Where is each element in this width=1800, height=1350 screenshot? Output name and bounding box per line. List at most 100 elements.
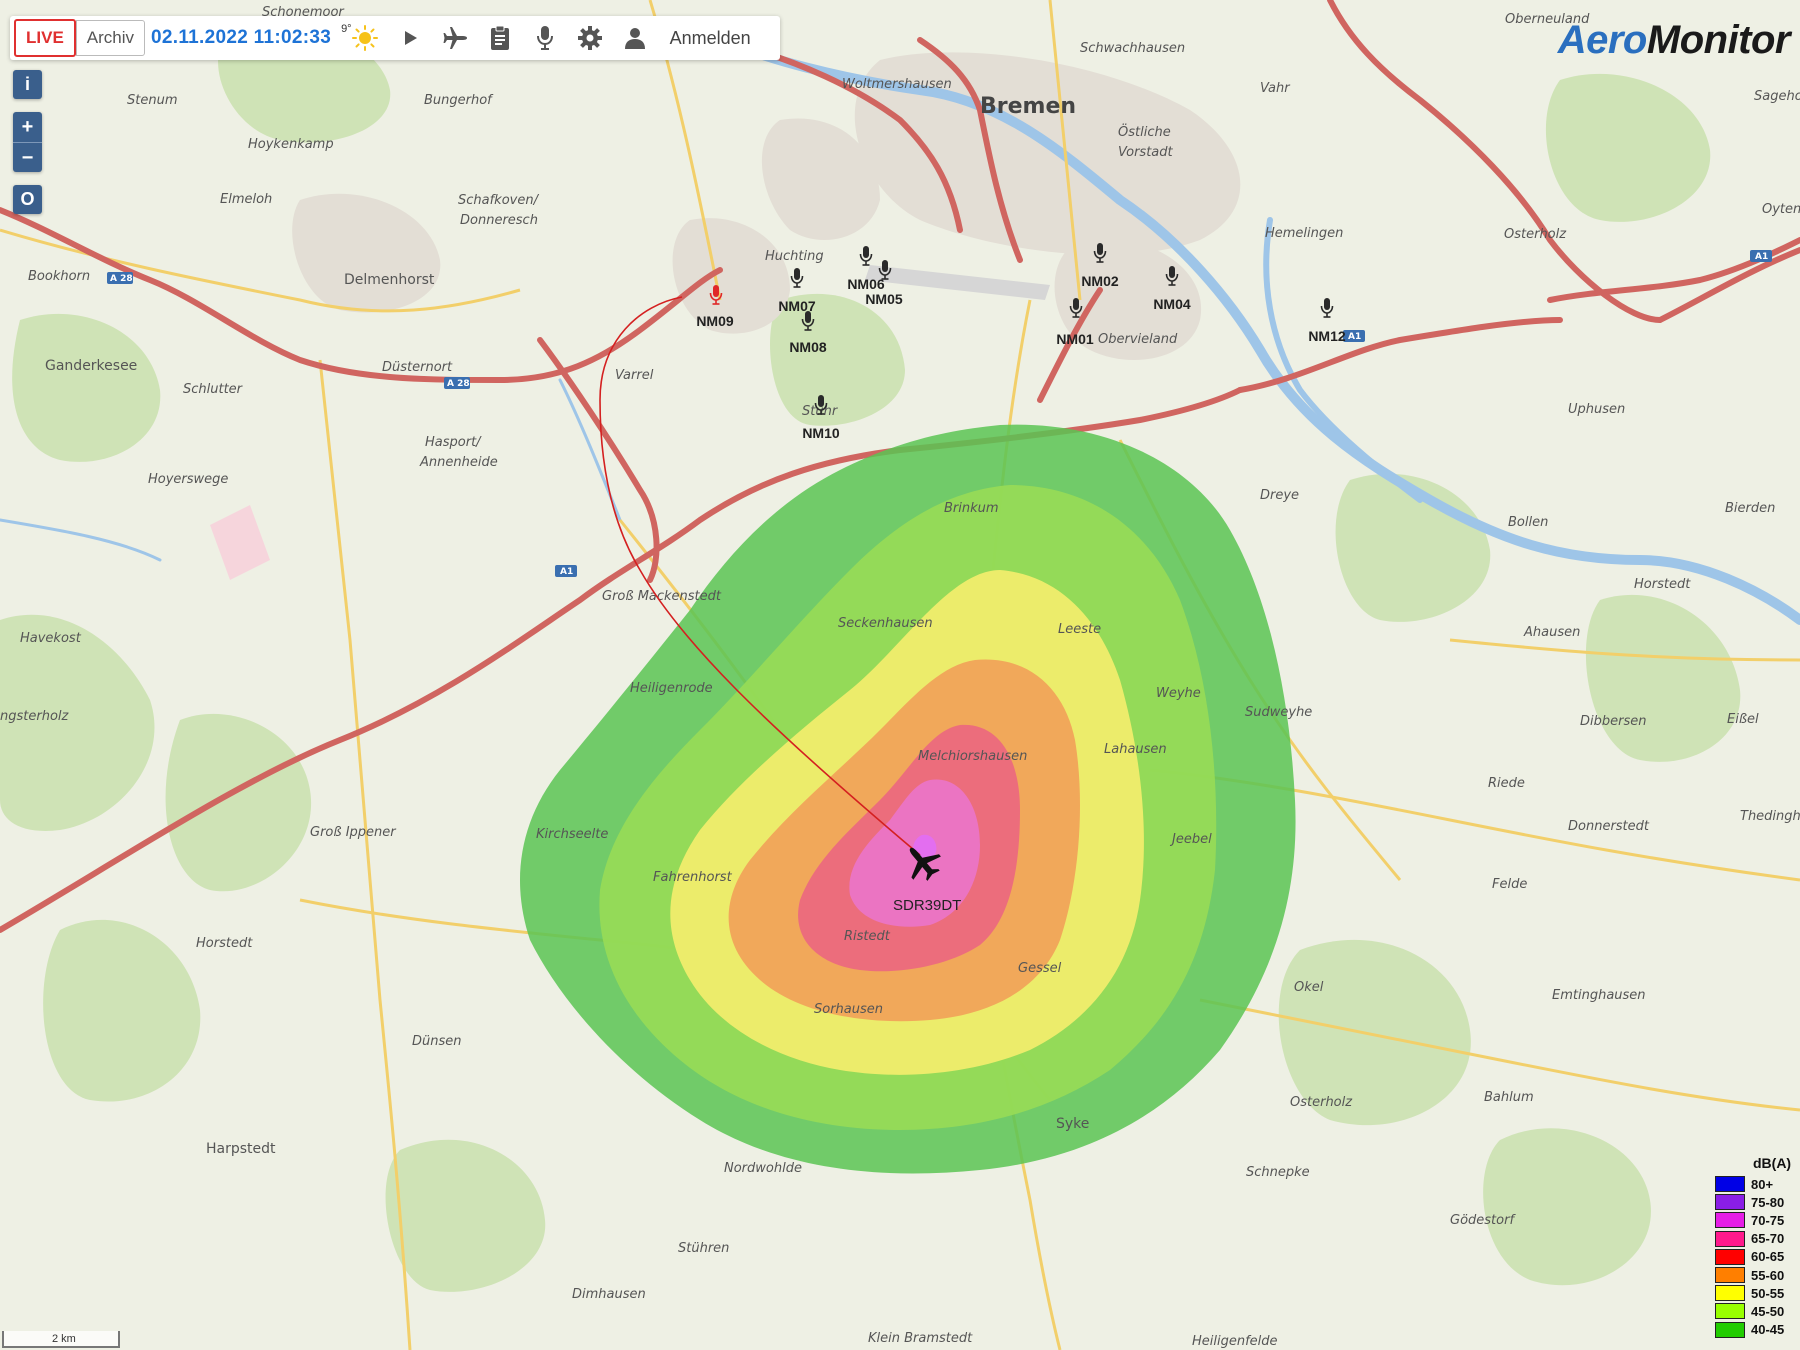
info-button[interactable]: i (13, 70, 42, 99)
place-obervieland: Obervieland (1098, 332, 1178, 347)
place-donnerstedt: Donnerstedt (1568, 819, 1650, 834)
legend-label: 65-70 (1751, 1231, 1785, 1247)
place-brinkum: Brinkum (944, 501, 999, 516)
zoom-out-button[interactable]: − (13, 143, 42, 173)
aeromonitor-logo: AeroMonitor (1557, 18, 1791, 63)
place-huchting: Huchting (765, 249, 824, 264)
place-sudweyhe: Sudweyhe (1245, 705, 1312, 720)
place-uphusen: Uphusen (1568, 402, 1625, 417)
place-ngsterholz: ngsterholz (0, 709, 70, 724)
place-sagehorn: Sageho (1754, 89, 1800, 104)
legend-row: 70-75 (1715, 1211, 1800, 1229)
zoom-in-button[interactable]: + (13, 112, 42, 142)
place-duesternort: Düsternort (382, 360, 453, 375)
place-hasport: Hasport/ (425, 435, 482, 450)
place-emtinghausen: Emtinghausen (1552, 988, 1646, 1003)
place-schafkoven: Schafkoven/ (458, 193, 540, 208)
place-felde: Felde (1492, 877, 1527, 892)
place-heiligenfelde: Heiligenfelde (1192, 1334, 1278, 1349)
current-datetime: 02.11.2022 11:02:33 (151, 27, 332, 48)
legend-label: 75-80 (1751, 1194, 1785, 1210)
place-horstedt-w: Horstedt (196, 936, 253, 951)
archive-button[interactable]: Archiv (75, 20, 146, 56)
place-leeste: Leeste (1058, 622, 1101, 637)
place-havekost: Havekost (20, 631, 82, 646)
legend-label: 45-50 (1751, 1303, 1785, 1319)
place-bollen: Bollen (1508, 515, 1548, 530)
scale-bar: 2 km (2, 1331, 120, 1348)
weather: 9° (341, 23, 378, 51)
place-stuehren: Stühren (678, 1241, 729, 1256)
shield-a1-m: A1 (560, 567, 573, 577)
sun-icon (351, 25, 378, 51)
noise-legend: dB(A) 80+ 75-80 70-75 65-70 60-65 55-60 50-55 4… (1715, 1155, 1800, 1339)
place-vahr: Vahr (1260, 81, 1291, 96)
place-bremen: Bremen (980, 94, 1076, 119)
place-riede: Riede (1488, 776, 1525, 791)
noise-monitor-label: NM09 (696, 313, 734, 329)
clipboard-icon[interactable] (487, 25, 513, 51)
legend-row: 60-65 (1715, 1248, 1800, 1266)
place-thedinghausen: Thedingh (1740, 809, 1800, 824)
place-bahlum: Bahlum (1484, 1090, 1534, 1105)
legend-swatch (1715, 1248, 1745, 1265)
place-bungerhof: Bungerhof (424, 93, 494, 108)
legend-swatch (1715, 1194, 1745, 1211)
place-woltmershausen: Woltmershausen (842, 77, 952, 92)
shield-a28-m: A 28 (447, 379, 470, 389)
place-bookhorn: Bookhorn (28, 269, 90, 284)
legend-row: 40-45 (1715, 1321, 1800, 1339)
map-canvas[interactable]: Bremen Schwachhausen Östliche Vorstadt V… (0, 0, 1800, 1350)
noise-monitor-label: NM05 (865, 291, 903, 307)
place-schwachhausen: Schwachhausen (1080, 41, 1185, 56)
legend-row: 80+ (1715, 1175, 1800, 1193)
place-lahausen: Lahausen (1104, 742, 1167, 757)
legend-label: 60-65 (1751, 1249, 1785, 1265)
noise-monitor-label: NM10 (802, 425, 840, 441)
toolbar: LIVE Archiv 02.11.2022 11:02:33 9° Anmel… (10, 16, 780, 60)
legend-row: 75-80 (1715, 1193, 1800, 1211)
play-icon[interactable] (397, 25, 423, 51)
place-oyten: Oyten (1762, 202, 1800, 217)
place-weyhe: Weyhe (1156, 686, 1201, 701)
place-schnepke: Schnepke (1246, 1165, 1310, 1180)
user-icon[interactable] (622, 25, 648, 51)
noise-monitor-label: NM08 (789, 339, 827, 355)
place-delmenhorst: Delmenhorst (344, 272, 435, 288)
legend-row: 65-70 (1715, 1230, 1800, 1248)
zoom-control: + − (13, 112, 42, 172)
place-kirchseelte: Kirchseelte (536, 827, 608, 842)
legend-rows: 80+ 75-80 70-75 65-70 60-65 55-60 50-55 45-50 40… (1715, 1175, 1800, 1339)
legend-swatch (1715, 1212, 1745, 1229)
place-oestliche: Östliche (1118, 123, 1171, 140)
noise-monitor-label: NM12 (1308, 328, 1346, 344)
legend-swatch (1715, 1285, 1745, 1302)
legend-swatch (1715, 1321, 1745, 1338)
logo-part-monitor: Monitor (1646, 18, 1791, 62)
place-melchiorshausen: Melchiorshausen (918, 749, 1027, 764)
place-varrel: Varrel (615, 368, 654, 383)
logo-part-aero: Aero (1557, 18, 1648, 62)
legend-swatch (1715, 1267, 1745, 1284)
legend-row: 55-60 (1715, 1266, 1800, 1284)
place-hoyerswege: Hoyerswege (148, 472, 228, 487)
overview-button[interactable]: O (13, 185, 42, 214)
place-gross-mackenstedt: Groß Mackenstedt (602, 589, 722, 604)
shield-a1-n: A1 (1755, 252, 1768, 262)
place-ganderkesee: Ganderkesee (45, 358, 137, 374)
place-syke: Syke (1056, 1116, 1089, 1132)
place-harpstedt: Harpstedt (206, 1141, 276, 1157)
noise-monitor-label: NM07 (778, 298, 816, 314)
legend-title: dB(A) (1753, 1155, 1792, 1171)
place-hemelingen: Hemelingen (1265, 226, 1343, 241)
shield-a28-w: A 28 (110, 274, 133, 284)
place-seckenhausen: Seckenhausen (838, 616, 933, 631)
legend-label: 40-45 (1751, 1322, 1785, 1338)
noise-monitor-label: NM01 (1056, 331, 1094, 347)
microphone-icon[interactable] (532, 25, 558, 51)
login-button[interactable]: Anmelden (670, 28, 751, 49)
noise-monitor-label: NM02 (1081, 273, 1119, 289)
airplane-icon[interactable] (442, 25, 468, 51)
live-button[interactable]: LIVE (14, 19, 76, 57)
gear-icon[interactable] (577, 25, 603, 51)
